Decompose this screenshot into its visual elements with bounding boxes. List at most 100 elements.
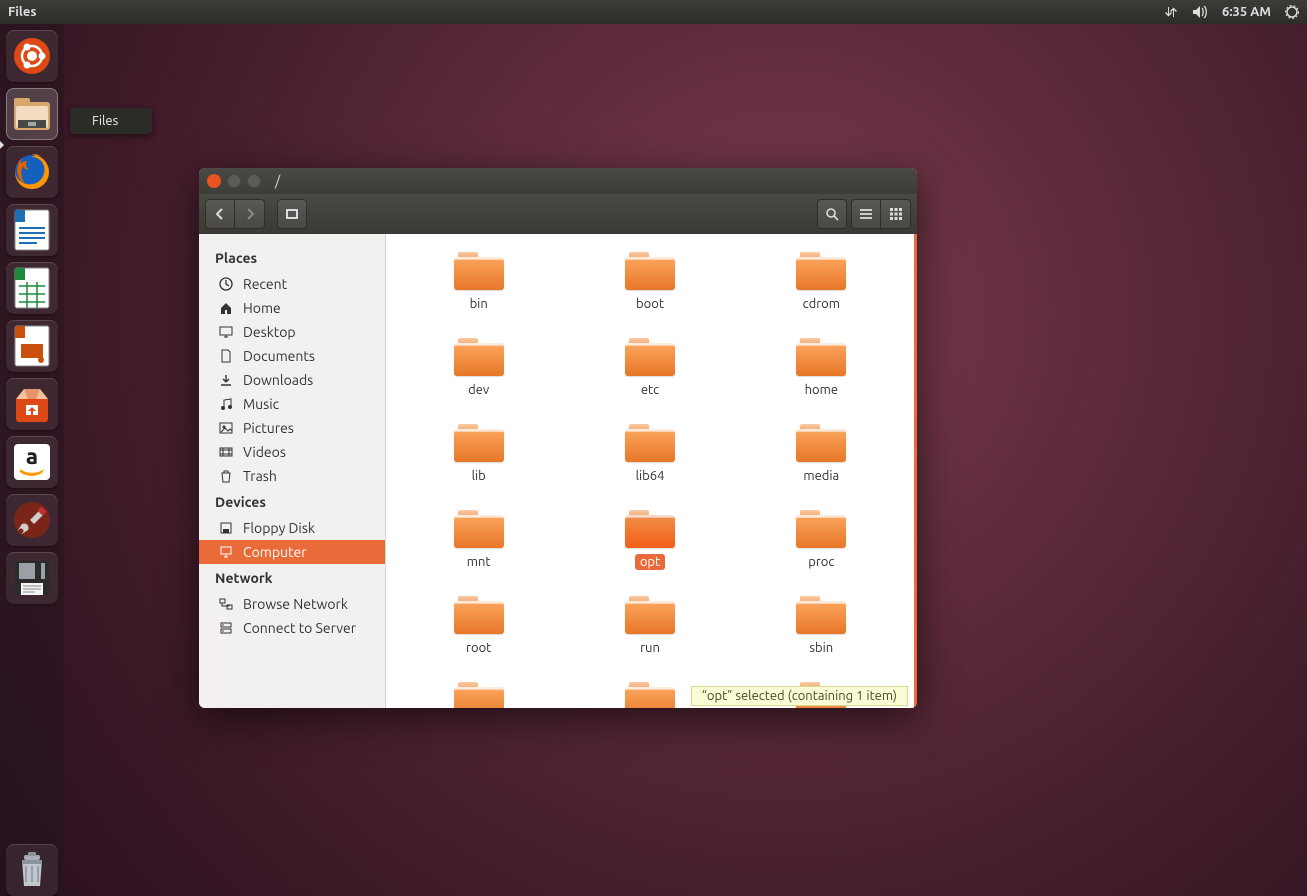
folder-proc[interactable]: proc — [741, 510, 902, 570]
launcher-software-center[interactable] — [6, 378, 58, 430]
launcher-calc[interactable] — [6, 262, 58, 314]
download-icon — [219, 373, 235, 387]
sound-indicator-icon[interactable] — [1192, 5, 1208, 19]
forward-button[interactable] — [235, 199, 265, 229]
folder-label: dev — [463, 382, 494, 398]
file-view[interactable]: bin boot cdrom dev etc home lib lib64 media mnt op… — [386, 234, 917, 708]
folder-cdrom[interactable]: cdrom — [741, 252, 902, 312]
sidebar-item-desktop[interactable]: Desktop — [199, 320, 385, 344]
window-minimize-button[interactable] — [227, 174, 241, 188]
grid-view-button[interactable] — [881, 199, 911, 229]
launcher-impress[interactable] — [6, 320, 58, 372]
sidebar-item-label: Connect to Server — [243, 620, 356, 636]
folder-boot[interactable]: boot — [569, 252, 730, 312]
view-buttons — [851, 199, 911, 229]
sidebar-item-browse-network[interactable]: Browse Network — [199, 592, 385, 616]
launcher-trash[interactable] — [6, 844, 58, 896]
clock-icon — [219, 277, 235, 291]
launcher-tooltip: Files — [70, 108, 152, 134]
sidebar-item-label: Documents — [243, 348, 315, 364]
window-close-button[interactable] — [207, 174, 221, 188]
folder-icon — [625, 424, 675, 462]
folder-lib64[interactable]: lib64 — [569, 424, 730, 484]
sidebar-item-label: Recent — [243, 276, 287, 292]
folder-icon — [454, 252, 504, 290]
list-view-button[interactable] — [851, 199, 881, 229]
folder-label: bin — [465, 296, 493, 312]
launcher-firefox[interactable] — [6, 146, 58, 198]
sidebar-item-label: Browse Network — [243, 596, 348, 612]
desktop-icon — [219, 325, 235, 339]
folder-label: lib — [467, 468, 491, 484]
sidebar-item-connect-to-server[interactable]: Connect to Server — [199, 616, 385, 640]
active-app-name[interactable]: Files — [8, 5, 36, 19]
doc-icon — [219, 349, 235, 363]
sidebar-item-label: Floppy Disk — [243, 520, 315, 536]
folder-label: etc — [636, 382, 664, 398]
folder-icon — [454, 510, 504, 548]
folder-label: sbin — [804, 640, 838, 656]
folder-bin[interactable]: bin — [398, 252, 559, 312]
launcher-settings[interactable] — [6, 494, 58, 546]
nav-buttons — [205, 199, 265, 229]
folder-icon — [796, 596, 846, 634]
folder-label: proc — [803, 554, 839, 570]
sidebar-item-documents[interactable]: Documents — [199, 344, 385, 368]
sidebar-item-label: Pictures — [243, 420, 294, 436]
sidebar-item-downloads[interactable]: Downloads — [199, 368, 385, 392]
window-title: / — [275, 173, 280, 189]
launcher-amazon[interactable]: a — [6, 436, 58, 488]
folder-home[interactable]: home — [741, 338, 902, 398]
window-maximize-button[interactable] — [247, 174, 261, 188]
folder-icon — [625, 596, 675, 634]
videos-icon — [219, 445, 235, 459]
folder-media[interactable]: media — [741, 424, 902, 484]
folder-dev[interactable]: dev — [398, 338, 559, 398]
path-root-button[interactable] — [277, 199, 307, 229]
sidebar-item-music[interactable]: Music — [199, 392, 385, 416]
folder-opt[interactable]: opt — [569, 510, 730, 570]
sidebar-item-computer[interactable]: Computer — [199, 540, 385, 564]
sidebar-item-label: Music — [243, 396, 279, 412]
folder-icon — [454, 424, 504, 462]
launcher-dash[interactable] — [6, 30, 58, 82]
folder-label: cdrom — [798, 296, 845, 312]
folder-srv[interactable]: srv — [398, 682, 559, 708]
folder-icon — [454, 596, 504, 634]
sidebar-item-label: Desktop — [243, 324, 296, 340]
folder-label: lib64 — [631, 468, 670, 484]
launcher-save-floppy[interactable] — [6, 552, 58, 604]
sidebar-item-floppy-disk[interactable]: Floppy Disk — [199, 516, 385, 540]
files-window: / Places Recent Home Desktop Documents Downlo… — [199, 168, 917, 708]
back-button[interactable] — [205, 199, 235, 229]
folder-icon — [796, 510, 846, 548]
sidebar-item-trash[interactable]: Trash — [199, 464, 385, 488]
sidebar-item-label: Downloads — [243, 372, 313, 388]
folder-lib[interactable]: lib — [398, 424, 559, 484]
folder-label: boot — [631, 296, 669, 312]
launcher-files[interactable] — [6, 88, 58, 140]
network-icon — [219, 597, 235, 611]
home-icon — [219, 301, 235, 315]
folder-sbin[interactable]: sbin — [741, 596, 902, 656]
clock-time[interactable]: 6:35 AM — [1222, 5, 1271, 19]
sidebar-item-home[interactable]: Home — [199, 296, 385, 320]
search-button[interactable] — [817, 199, 847, 229]
sidebar-header: Places — [199, 244, 385, 272]
sidebar-item-recent[interactable]: Recent — [199, 272, 385, 296]
folder-icon — [454, 338, 504, 376]
sidebar-item-videos[interactable]: Videos — [199, 440, 385, 464]
folder-label: mnt — [462, 554, 496, 570]
network-indicator-icon[interactable] — [1164, 5, 1178, 19]
folder-icon — [625, 510, 675, 548]
folder-root[interactable]: root — [398, 596, 559, 656]
server-icon — [219, 621, 235, 635]
folder-run[interactable]: run — [569, 596, 730, 656]
session-indicator-icon[interactable] — [1285, 5, 1299, 19]
folder-mnt[interactable]: mnt — [398, 510, 559, 570]
sidebar-item-pictures[interactable]: Pictures — [199, 416, 385, 440]
launcher-writer[interactable] — [6, 204, 58, 256]
titlebar[interactable]: / — [199, 168, 917, 194]
sidebar-item-label: Videos — [243, 444, 286, 460]
folder-etc[interactable]: etc — [569, 338, 730, 398]
